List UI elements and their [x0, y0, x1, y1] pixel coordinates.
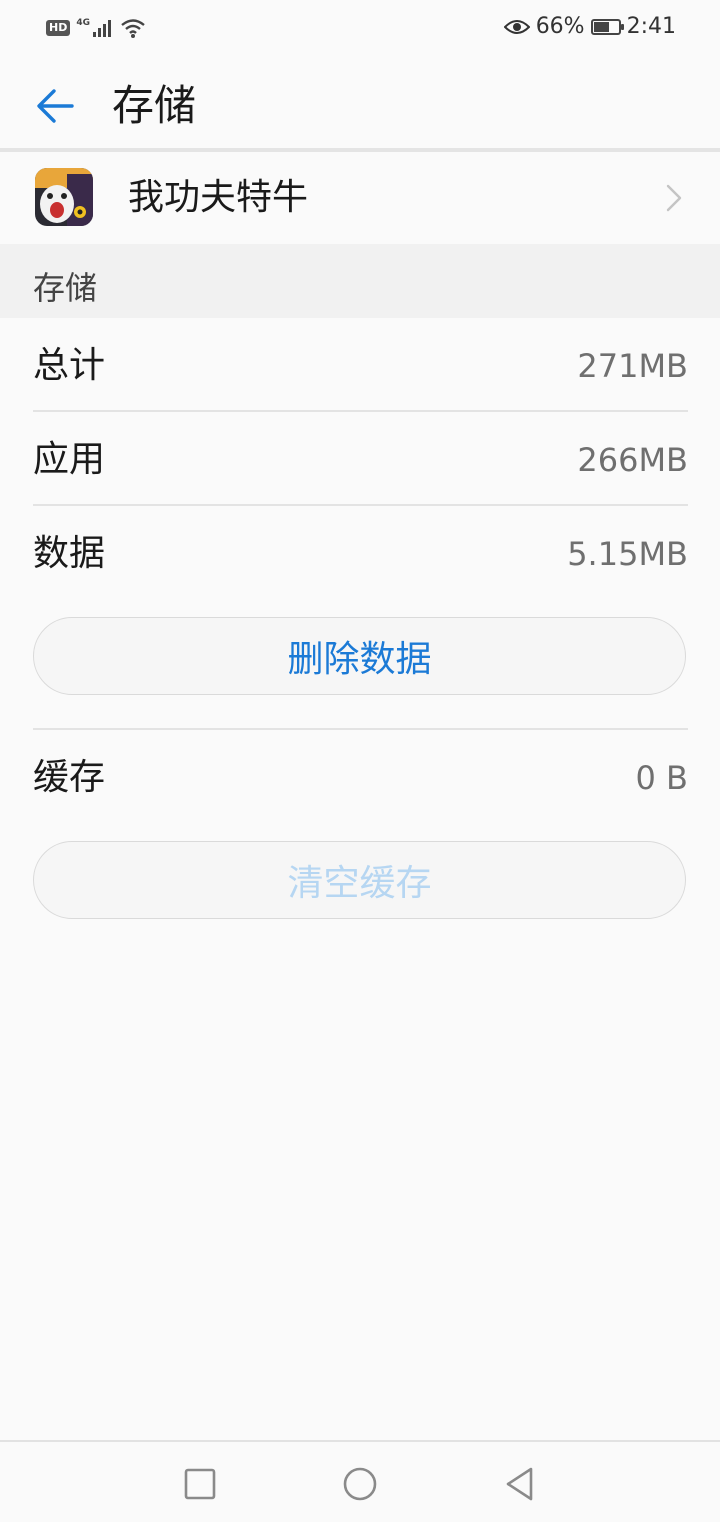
app-name: 我功夫特牛: [128, 177, 309, 218]
network-type-label: 4G: [76, 18, 90, 28]
back-button[interactable]: [32, 82, 80, 130]
battery-icon: [590, 18, 624, 35]
eye-comfort-icon: [503, 19, 530, 34]
cache-label: 缓存: [33, 757, 106, 798]
clear-cache-button[interactable]: 清空缓存: [33, 841, 686, 919]
total-row: 总计 271MB: [33, 318, 688, 412]
app-size-row: 应用 266MB: [33, 412, 688, 506]
page-title: 存储: [112, 81, 197, 130]
app-size-label: 应用: [33, 439, 106, 480]
app-icon: [35, 168, 93, 226]
data-size-value: 5.15MB: [567, 535, 688, 573]
hd-badge: HD: [46, 20, 71, 36]
data-size-label: 数据: [33, 533, 106, 574]
clock: 2:41: [626, 14, 676, 39]
section-title: 存储: [33, 269, 98, 307]
cache-row: 缓存 0 B: [33, 730, 688, 824]
status-right: 66% 2:41: [503, 14, 676, 39]
status-left: HD 4G: [46, 17, 146, 39]
storage-section-header: 存储: [0, 244, 720, 318]
circle-icon[interactable]: [340, 1464, 380, 1504]
triangle-back-icon[interactable]: [500, 1464, 540, 1504]
system-nav-bar: [0, 1440, 720, 1522]
signal-icon: [93, 20, 111, 37]
chevron-right-icon: [666, 184, 682, 212]
wifi-icon: [121, 19, 145, 38]
battery-fill: [593, 21, 609, 32]
data-size-row: 数据 5.15MB: [33, 506, 688, 600]
app-info-row[interactable]: 我功夫特牛: [0, 152, 720, 244]
status-bar: HD 4G 66% 2:41: [0, 0, 720, 58]
square-icon[interactable]: [180, 1464, 220, 1504]
battery-percent: 66%: [535, 14, 585, 39]
cache-value: 0 B: [635, 759, 688, 797]
delete-data-button[interactable]: 删除数据: [33, 617, 686, 695]
total-value: 271MB: [577, 347, 688, 385]
arrow-left-icon: [37, 89, 74, 123]
total-label: 总计: [33, 345, 106, 386]
app-size-value: 266MB: [577, 441, 688, 479]
app-bar: 存储: [0, 58, 720, 150]
